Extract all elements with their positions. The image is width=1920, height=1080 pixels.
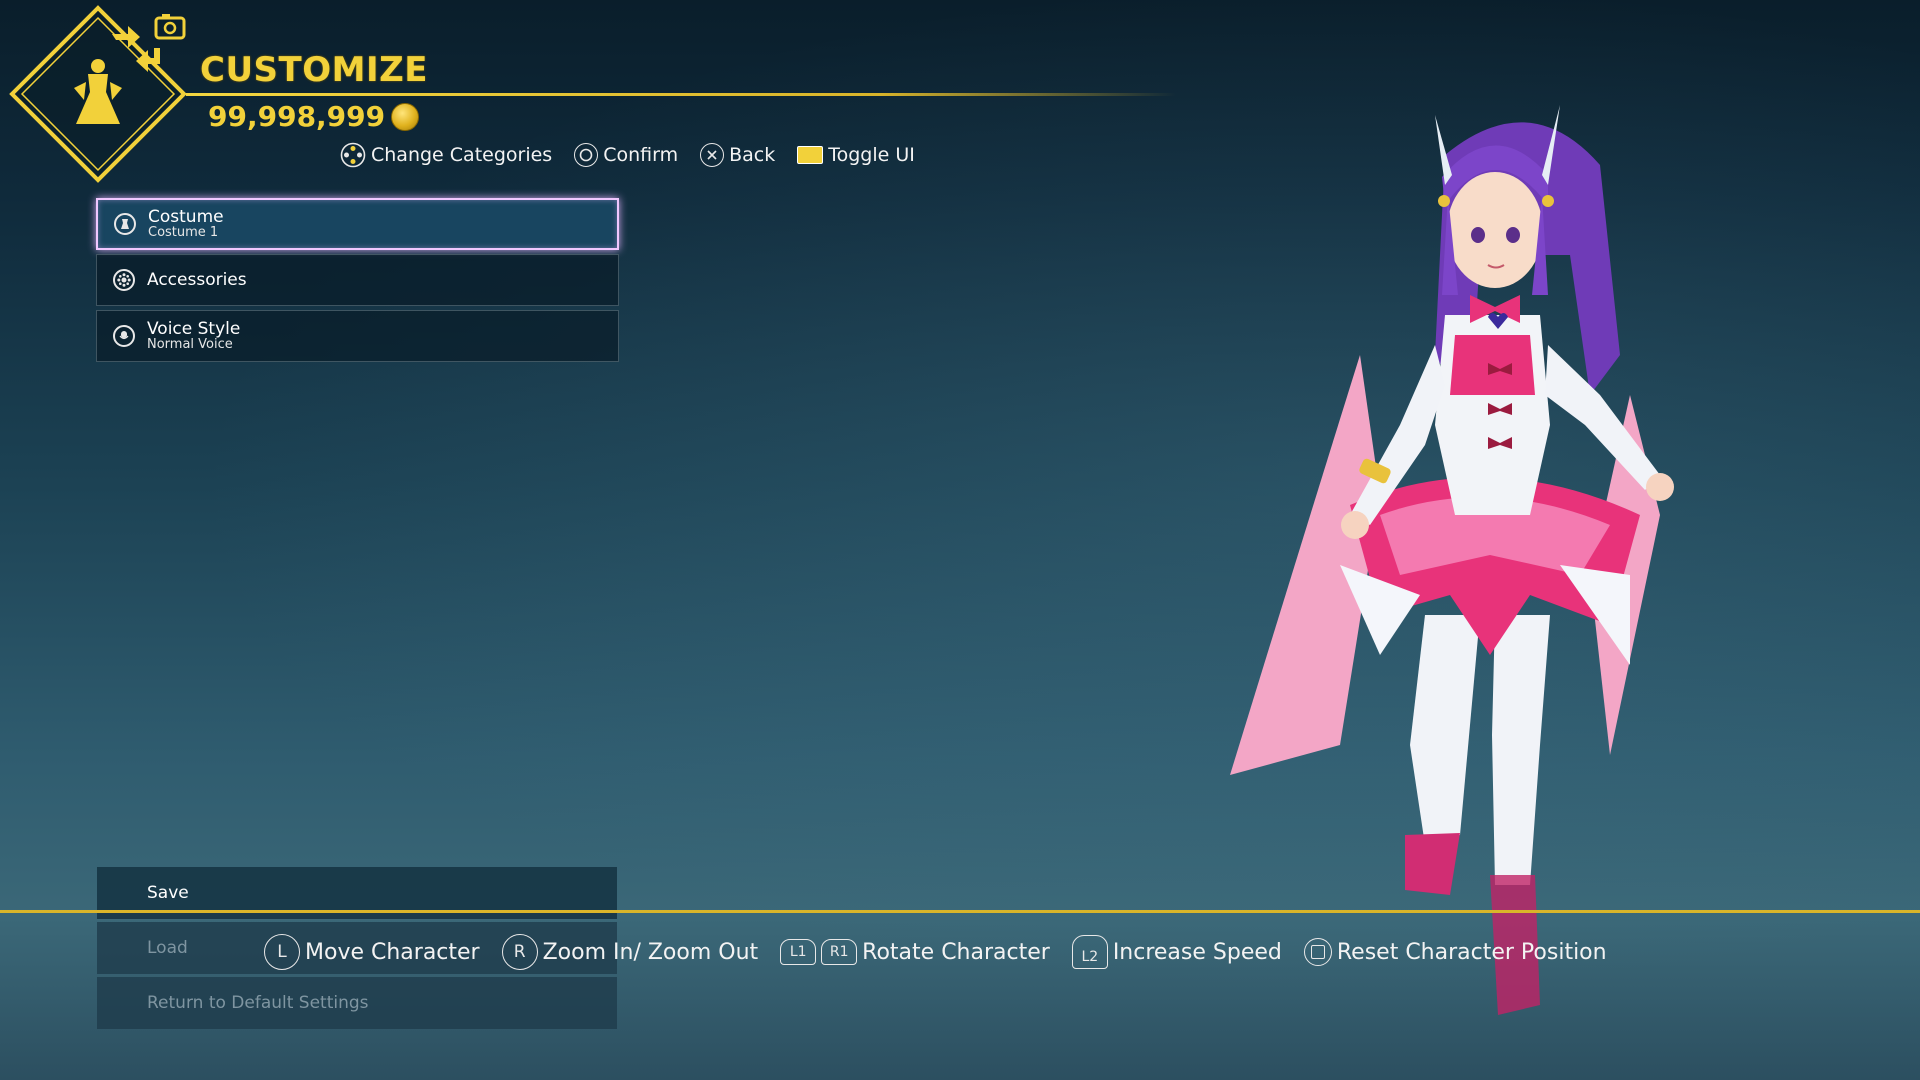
hint-label: Change Categories [371, 144, 553, 166]
menu-item-label: Voice Style [147, 318, 241, 339]
return-to-default-button[interactable]: Return to Default Settings [97, 977, 617, 1029]
menu-item-accessories[interactable]: Accessories [96, 254, 619, 306]
title-divider [186, 93, 1176, 96]
hint-change-categories: Change Categories [340, 142, 552, 168]
hint-increase-speed: L2 Increase Speed [1071, 935, 1282, 969]
menu-item-label: Costume [148, 206, 224, 227]
hint-label: Confirm [603, 144, 679, 166]
l2-button-icon: L2 [1071, 935, 1108, 969]
left-stick-icon: L [264, 934, 300, 970]
accessories-icon [113, 269, 135, 291]
page-title: CUSTOMIZE [200, 50, 429, 90]
costume-icon [114, 213, 136, 235]
cross-button-icon [700, 143, 725, 167]
square-button-icon [1303, 938, 1332, 966]
bottom-divider [0, 910, 1920, 913]
l1-button-icon: L1 [780, 939, 817, 965]
hint-reset-position: Reset Character Position [1303, 938, 1607, 966]
hint-toggle-ui: Toggle UI [797, 144, 915, 166]
hint-label: Toggle UI [828, 144, 915, 166]
hint-label: Rotate Character [862, 939, 1050, 965]
hint-label: Zoom In/ Zoom Out [542, 939, 759, 965]
menu-item-sub: Costume 1 [148, 225, 219, 241]
hint-move-character: L Move Character [264, 934, 480, 970]
coin-icon [391, 102, 420, 131]
r1-button-icon: R1 [821, 939, 858, 965]
hint-zoom: R Zoom In/ Zoom Out [501, 934, 759, 970]
currency-display: 99,998,999 [208, 100, 420, 133]
menu-item-costume[interactable]: Costume Costume 1 [96, 198, 619, 250]
menu-item-label: Accessories [147, 269, 247, 290]
hint-confirm: Confirm [574, 143, 678, 167]
menu-item-voice-style[interactable]: Voice Style Normal Voice [96, 310, 619, 362]
right-stick-icon: R [501, 934, 538, 970]
touchpad-icon [797, 146, 824, 164]
hint-label: Move Character [305, 939, 480, 965]
dpad-icon [340, 142, 366, 168]
hint-label: Increase Speed [1112, 939, 1282, 965]
circle-button-icon [574, 143, 599, 167]
hint-rotate-character: L1 R1 Rotate Character [780, 939, 1050, 965]
menu-item-sub: Normal Voice [147, 337, 233, 353]
currency-amount: 99,998,999 [208, 100, 386, 133]
category-menu: Costume Costume 1 Accessories Voice Styl… [96, 198, 619, 366]
hint-label: Back [729, 144, 776, 166]
top-controls-hint: Change Categories Confirm Back Toggle UI [340, 142, 915, 168]
hint-label: Reset Character Position [1336, 939, 1607, 965]
character-model[interactable] [1230, 95, 1830, 1035]
voice-icon [113, 325, 135, 347]
bottom-controls-hint: L Move Character R Zoom In/ Zoom Out L1 … [264, 934, 1607, 970]
customize-emblem-icon [9, 5, 187, 183]
hint-back: Back [700, 143, 775, 167]
